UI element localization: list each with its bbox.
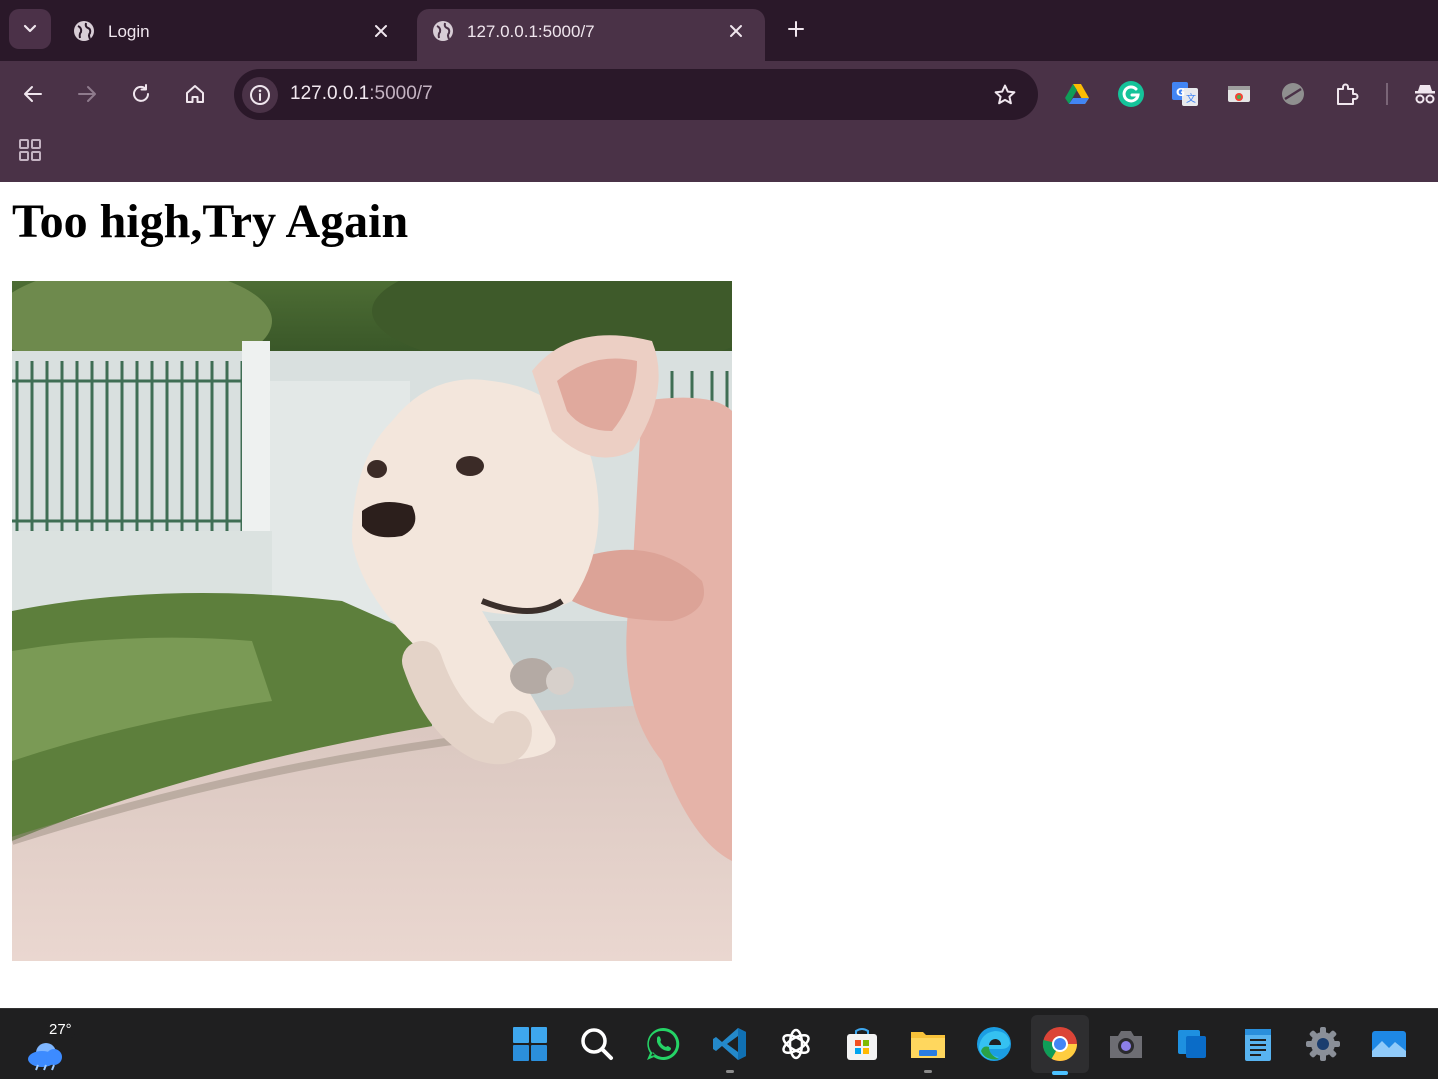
back-button[interactable] (16, 77, 50, 111)
taskbar-edge[interactable] (973, 1023, 1015, 1065)
bookmark-star-button[interactable] (992, 82, 1018, 108)
new-tab-button[interactable] (781, 14, 811, 44)
store-icon (847, 1028, 877, 1060)
close-icon[interactable] (370, 20, 392, 42)
translate-icon: G文 (1172, 82, 1198, 106)
weather-widget[interactable]: 27° (26, 1021, 86, 1071)
site-info-button[interactable] (242, 77, 278, 113)
edge-icon (977, 1027, 1011, 1061)
reload-button[interactable] (124, 77, 158, 111)
taskbar-photos[interactable] (1368, 1023, 1410, 1065)
tab-strip: Login 127.0.0.1:5000/7 (0, 0, 1438, 62)
extensions-button[interactable] (1332, 79, 1362, 109)
tab-login[interactable]: Login (58, 9, 410, 61)
taskbar-camera[interactable] (1105, 1023, 1147, 1065)
taskbar-windows-app[interactable] (1171, 1023, 1213, 1065)
search-icon (581, 1028, 613, 1060)
vscode-icon (713, 1028, 746, 1060)
tab-search-button[interactable] (9, 9, 51, 49)
toolbar: 127.0.0.1:5000/7 G文 (0, 61, 1438, 127)
grammarly-icon (1118, 81, 1144, 107)
taskbar-settings[interactable] (1302, 1023, 1344, 1065)
extension-window[interactable] (1224, 79, 1254, 109)
taskbar-search[interactable] (576, 1023, 618, 1065)
window-extension-icon (1228, 86, 1250, 102)
taskbar-notepad[interactable] (1237, 1023, 1279, 1065)
reload-icon (133, 84, 149, 102)
whatsapp-icon (647, 1027, 680, 1060)
tab-current[interactable]: 127.0.0.1:5000/7 (417, 9, 765, 61)
url-text[interactable]: 127.0.0.1:5000/7 (290, 83, 433, 105)
globe-icon (74, 21, 94, 41)
photos-icon (1372, 1031, 1406, 1057)
chatgpt-icon (782, 1028, 810, 1060)
apps-grid-icon[interactable] (18, 138, 42, 162)
page-content: Too high,Try Again (0, 182, 1438, 1008)
google-drive-extension[interactable] (1062, 79, 1092, 109)
start-button[interactable] (509, 1023, 551, 1065)
tab-title: 127.0.0.1:5000/7 (467, 22, 595, 41)
star-icon (994, 84, 1016, 105)
bookmarks-bar (0, 127, 1438, 182)
globe-icon (433, 21, 453, 41)
windows-start-icon (513, 1027, 547, 1061)
extension-disabled[interactable] (1278, 79, 1308, 109)
gear-icon (1306, 1027, 1340, 1061)
taskbar-whatsapp[interactable] (642, 1023, 684, 1065)
svg-text:文: 文 (1186, 92, 1196, 105)
taskbar: 27° (0, 1008, 1438, 1079)
grammarly-extension[interactable] (1116, 79, 1146, 109)
home-button[interactable] (178, 77, 212, 111)
incognito-icon (1415, 85, 1435, 104)
weather-cloud-icon (28, 1043, 62, 1071)
active-indicator (1052, 1071, 1068, 1075)
notepad-icon (1245, 1029, 1271, 1061)
url-path: :5000/7 (369, 83, 433, 104)
forward-button[interactable] (70, 77, 104, 111)
chevron-down-icon (23, 24, 37, 33)
windows-app-icon (1178, 1030, 1206, 1058)
arrow-right-icon (78, 86, 96, 102)
url-host: 127.0.0.1 (290, 83, 370, 104)
result-heading: Too high,Try Again (12, 195, 409, 248)
tab-title: Login (108, 22, 150, 41)
arrow-left-icon (24, 86, 42, 102)
info-icon (250, 85, 270, 105)
taskbar-vscode[interactable] (709, 1023, 751, 1073)
toolbar-separator (1386, 83, 1388, 105)
taskbar-chrome[interactable] (1031, 1015, 1089, 1075)
running-indicator (726, 1070, 734, 1073)
google-translate-extension[interactable]: G文 (1170, 79, 1200, 109)
puzzle-icon (1337, 83, 1359, 105)
running-indicator (924, 1070, 932, 1073)
camera-icon (1110, 1031, 1142, 1058)
close-icon[interactable] (725, 20, 747, 42)
taskbar-file-explorer[interactable] (907, 1023, 949, 1073)
svg-text:G: G (1176, 86, 1185, 99)
profile-button[interactable] (1410, 79, 1438, 109)
blocked-extension-icon (1282, 83, 1304, 105)
address-bar[interactable]: 127.0.0.1:5000/7 (234, 69, 1038, 120)
taskbar-chatgpt[interactable] (775, 1023, 817, 1065)
plus-icon (788, 21, 804, 37)
puppy-image (12, 281, 732, 961)
home-icon (186, 85, 204, 103)
google-drive-icon (1065, 84, 1089, 104)
folder-icon (911, 1032, 945, 1058)
chrome-icon (1042, 1027, 1077, 1061)
browser-chrome: Login 127.0.0.1:5000/7 127.0.0.1:5000/7 … (0, 0, 1438, 182)
weather-temperature: 27° (46, 1021, 75, 1038)
taskbar-store[interactable] (841, 1023, 883, 1065)
